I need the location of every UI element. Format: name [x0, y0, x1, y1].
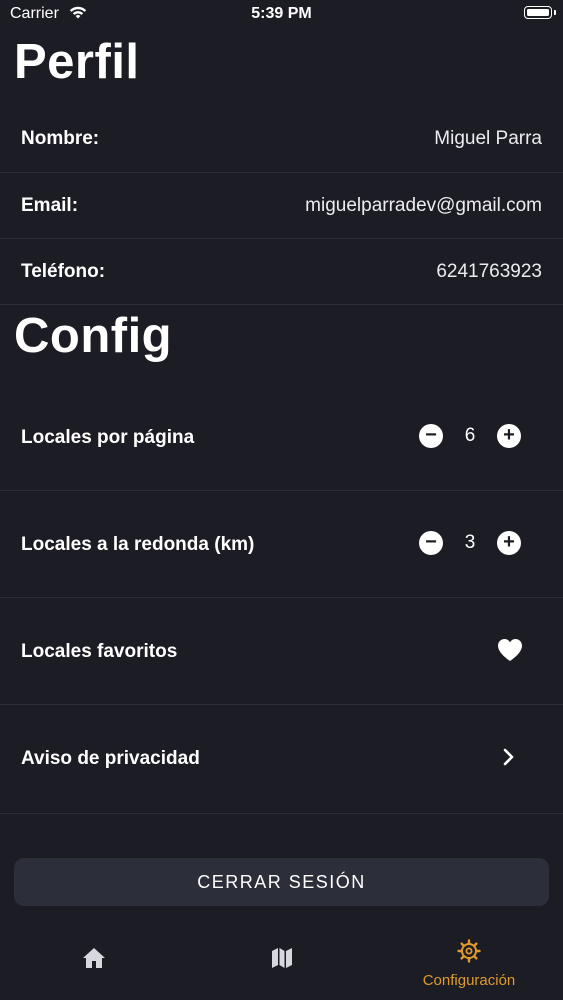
home-icon [82, 947, 106, 974]
decrement-button[interactable]: − [419, 531, 443, 555]
profile-title: Perfil [14, 35, 140, 89]
heart-icon[interactable] [497, 638, 523, 662]
profile-row-name: Nombre: Miguel Parra [0, 106, 563, 173]
gear-icon [457, 939, 481, 968]
tab-home[interactable] [0, 925, 188, 1000]
config-row-locales-a-la-redonda: Locales a la redonda (km) − 3 + [0, 491, 563, 598]
status-time: 5:39 PM [251, 5, 312, 22]
logout-button[interactable]: CERRAR SESIÓN [14, 858, 549, 906]
tab-configuracion-label: Configuración [422, 972, 516, 989]
locales-por-pagina-stepper: − 6 + [419, 424, 523, 450]
phone-label: Teléfono: [21, 261, 106, 282]
locales-a-la-redonda-value: 3 [464, 532, 476, 553]
locales-por-pagina-label: Locales por página [21, 427, 195, 448]
config-row-aviso-privacidad[interactable]: Aviso de privacidad [0, 705, 563, 814]
map-icon [271, 947, 293, 974]
locales-favoritos-label: Locales favoritos [21, 641, 178, 662]
config-row-locales-favoritos[interactable]: Locales favoritos [0, 598, 563, 705]
locales-a-la-redonda-label: Locales a la redonda (km) [21, 534, 255, 555]
decrement-button[interactable]: − [419, 424, 443, 448]
increment-button[interactable]: + [497, 531, 521, 555]
config-title: Config [14, 309, 173, 363]
email-label: Email: [21, 195, 79, 216]
name-label: Nombre: [21, 128, 100, 149]
name-value: Miguel Parra [434, 128, 542, 149]
aviso-privacidad-label: Aviso de privacidad [21, 748, 200, 769]
increment-button[interactable]: + [497, 424, 521, 448]
battery-tip [554, 10, 556, 15]
locales-por-pagina-value: 6 [464, 425, 476, 446]
locales-a-la-redonda-stepper: − 3 + [419, 531, 523, 557]
tab-map[interactable] [188, 925, 375, 1000]
config-row-locales-por-pagina: Locales por página − 6 + [0, 384, 563, 491]
status-bar: Carrier 5:39 PM [0, 0, 563, 30]
profile-row-phone: Teléfono: 6241763923 [0, 239, 563, 305]
email-value: miguelparradev@gmail.com [305, 195, 542, 216]
tab-configuracion[interactable]: Configuración [375, 925, 563, 1000]
tab-bar: Configuración [0, 925, 563, 1000]
profile-row-email: Email: miguelparradev@gmail.com [0, 173, 563, 239]
phone-value: 6241763923 [436, 261, 542, 282]
battery-icon [524, 6, 552, 19]
chevron-right-icon [502, 747, 516, 767]
